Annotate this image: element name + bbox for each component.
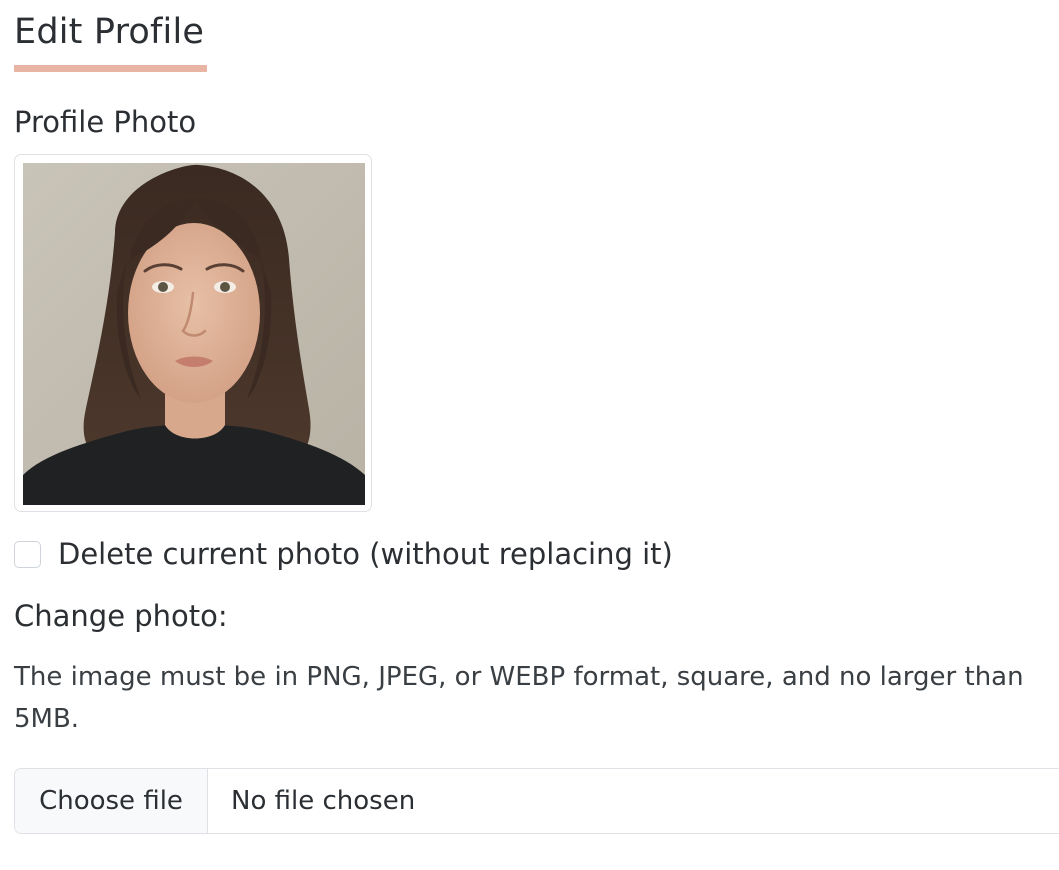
profile-photo [14, 154, 372, 512]
photo-help-text: The image must be in PNG, JPEG, or WEBP … [14, 662, 1024, 734]
profile-photo-label: Profile Photo [14, 105, 197, 139]
profile-photo-image [23, 163, 365, 505]
file-status-text: No file chosen [231, 786, 416, 816]
file-input[interactable]: Choose file No file chosen [14, 768, 1059, 834]
delete-photo-checkbox[interactable] [14, 540, 41, 568]
title-underline [14, 65, 207, 72]
choose-file-button[interactable]: Choose file [15, 769, 208, 833]
delete-photo-label[interactable]: Delete current photo (without replacing … [58, 534, 673, 574]
change-photo-label: Change photo: [14, 599, 228, 633]
delete-photo-row: Delete current photo (without replacing … [14, 534, 673, 574]
page-title: Edit Profile [14, 12, 205, 52]
